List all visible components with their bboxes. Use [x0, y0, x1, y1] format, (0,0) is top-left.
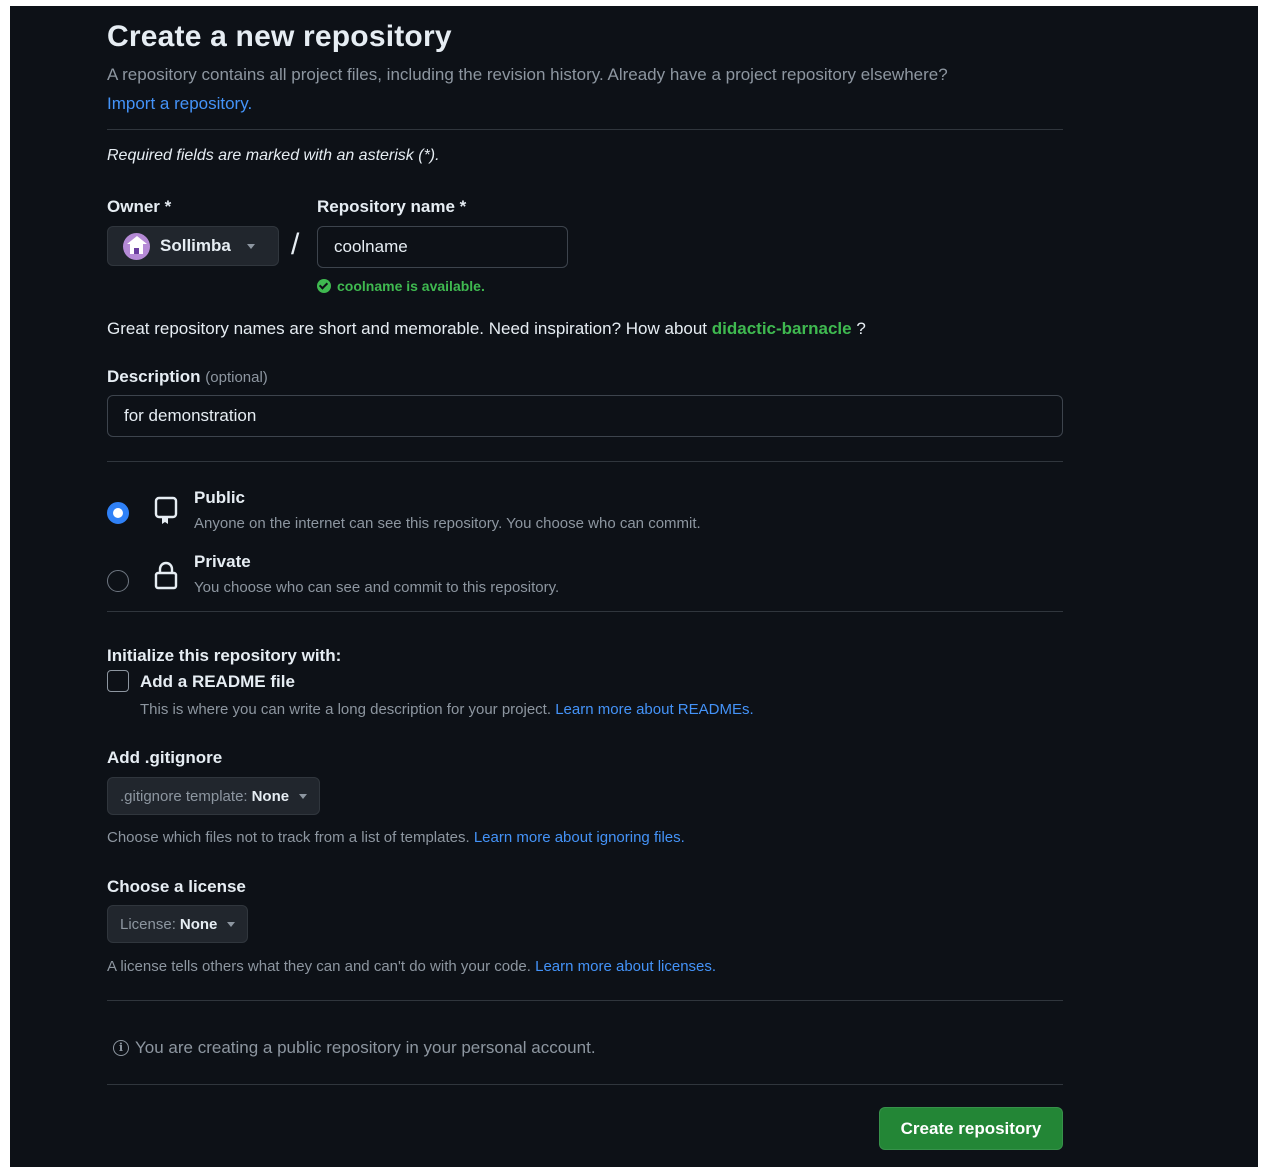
divider: [107, 1084, 1063, 1085]
suggestion-suffix: ?: [851, 319, 866, 338]
check-circle-icon: [317, 279, 331, 293]
owner-dropdown[interactable]: Sollimba: [107, 226, 279, 266]
gitignore-label: Add .gitignore: [107, 748, 223, 767]
page-title: Create a new repository: [107, 20, 452, 53]
license-select[interactable]: License: None: [107, 905, 249, 943]
suggested-name-link[interactable]: didactic-barnacle: [712, 319, 852, 338]
readme-description: This is where you can write a long descr…: [140, 701, 754, 718]
learn-licenses-link[interactable]: Learn more about licenses.: [535, 958, 716, 975]
required-fields-note: Required fields are marked with an aster…: [107, 147, 440, 164]
info-message: i You are creating a public repository i…: [113, 1038, 596, 1058]
public-title: Public: [194, 488, 246, 507]
visibility-public-option[interactable]: Public Anyone on the internet can see th…: [107, 488, 1063, 538]
suggestion-prefix: Great repository names are short and mem…: [107, 319, 712, 338]
caret-down-icon: [246, 243, 255, 249]
readme-label[interactable]: Add a README file: [140, 672, 295, 692]
page: Create a new repository A repository con…: [10, 6, 1258, 1167]
initialize-label: Initialize this repository with:: [107, 646, 342, 665]
public-description: Anyone on the internet can see this repo…: [194, 515, 701, 532]
availability-text: coolname is available.: [337, 278, 485, 294]
gitignore-select-prefix: .gitignore template:: [120, 787, 248, 805]
lock-icon: [154, 561, 178, 590]
learn-readmes-link[interactable]: Learn more about READMEs.: [555, 701, 753, 718]
divider: [107, 611, 1063, 612]
license-label: Choose a license: [107, 877, 246, 896]
license-help-text: A license tells others what they can and…: [107, 958, 536, 975]
avatar: [123, 232, 150, 260]
info-icon: i: [113, 1040, 129, 1056]
repository-name-input[interactable]: [317, 226, 568, 268]
license-help: A license tells others what they can and…: [107, 958, 716, 975]
divider: [107, 1000, 1063, 1001]
gitignore-help-text: Choose which files not to track from a l…: [107, 829, 474, 846]
page-subtitle: A repository contains all project files,…: [107, 65, 948, 84]
caret-down-icon: [227, 921, 236, 927]
name-suggestion: Great repository names are short and mem…: [107, 319, 866, 339]
license-select-prefix: License:: [120, 915, 176, 933]
owner-name: Sollimba: [160, 236, 231, 255]
caret-down-icon: [299, 793, 308, 799]
create-repository-button[interactable]: Create repository: [879, 1107, 1063, 1150]
info-text: You are creating a public repository in …: [135, 1038, 596, 1057]
description-label-text: Description: [107, 367, 201, 386]
private-description: You choose who can see and commit to thi…: [194, 579, 560, 596]
gitignore-help: Choose which files not to track from a l…: [107, 829, 685, 846]
visibility-private-option[interactable]: Private You choose who can see and commi…: [107, 552, 1063, 602]
divider: [107, 129, 1063, 130]
private-title: Private: [194, 552, 251, 571]
divider: [107, 461, 1063, 462]
availability-message: coolname is available.: [317, 278, 485, 294]
owner-repo-separator: /: [291, 228, 300, 261]
description-input[interactable]: [107, 395, 1063, 437]
public-radio[interactable]: [107, 502, 129, 524]
license-select-value: None: [179, 915, 218, 933]
private-radio[interactable]: [107, 570, 129, 592]
import-repository-link[interactable]: Import a repository.: [107, 94, 252, 114]
description-label: Description (optional): [107, 367, 268, 387]
gitignore-template-select[interactable]: .gitignore template: None: [107, 777, 321, 815]
owner-label: Owner *: [107, 197, 172, 216]
repository-name-label: Repository name *: [317, 197, 467, 216]
optional-hint: (optional): [205, 369, 268, 386]
gitignore-select-value: None: [251, 787, 290, 805]
readme-help-text: This is where you can write a long descr…: [140, 701, 556, 718]
repo-icon: [154, 496, 178, 524]
learn-ignoring-files-link[interactable]: Learn more about ignoring files.: [474, 829, 685, 846]
readme-checkbox[interactable]: [107, 670, 129, 692]
